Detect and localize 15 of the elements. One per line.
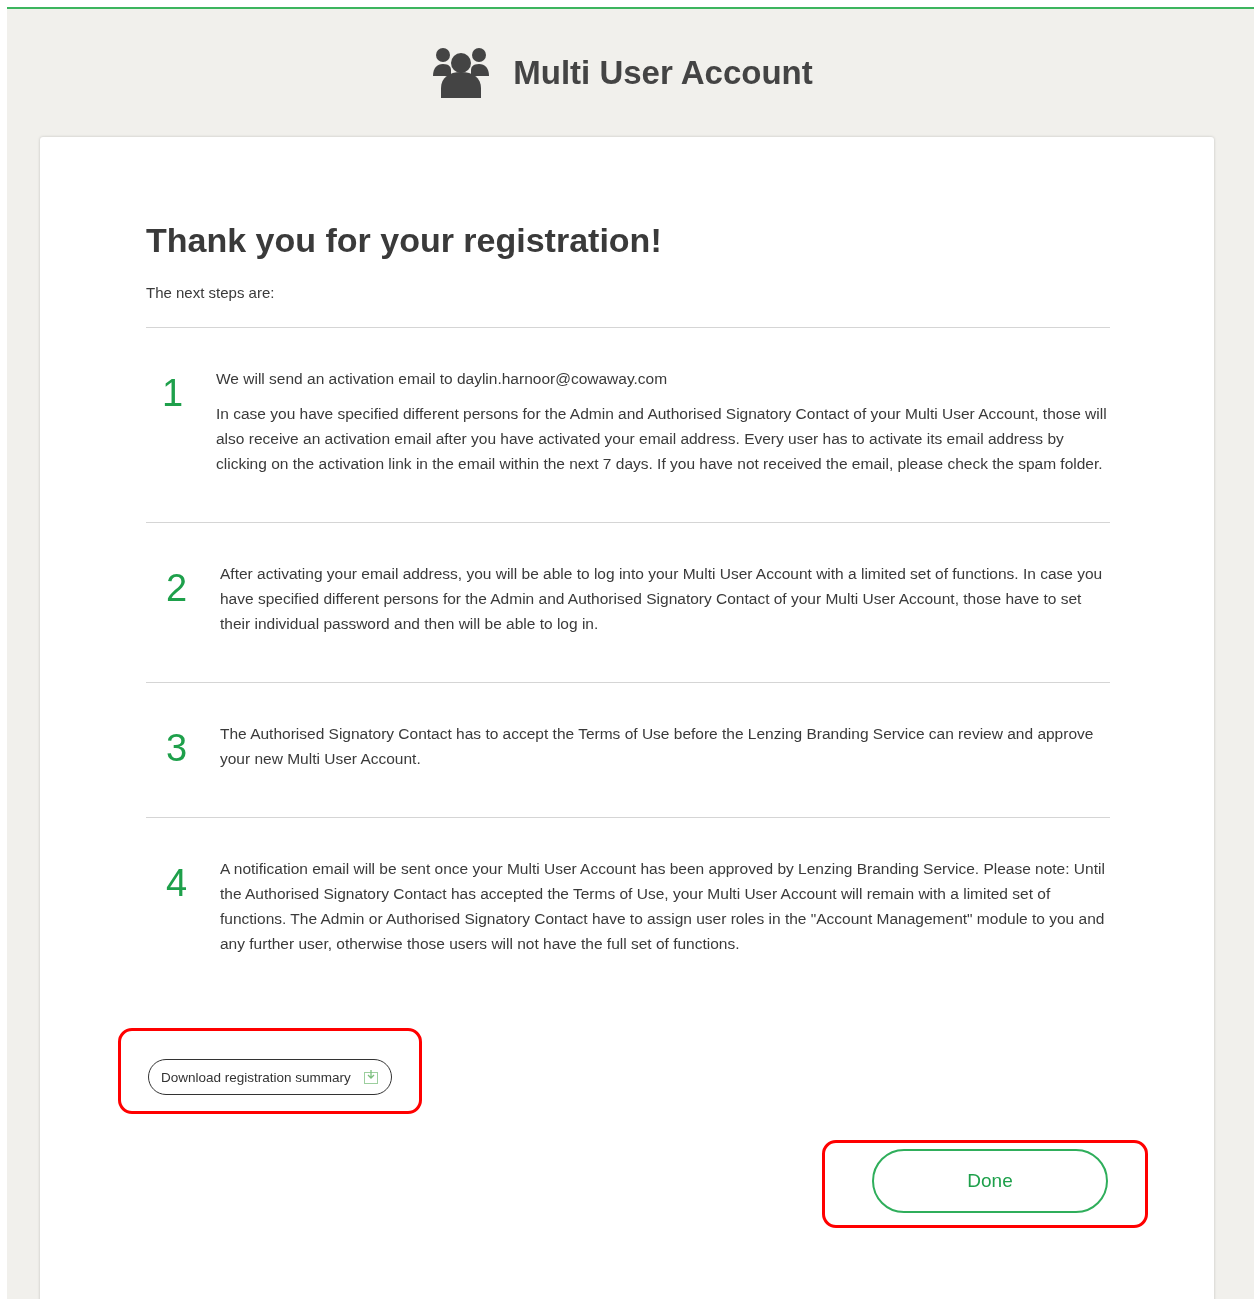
heading: Thank you for your registration! [146, 221, 663, 260]
download-button[interactable]: Download registration summary [148, 1059, 392, 1095]
step-number: 2 [166, 566, 189, 611]
step-number: 3 [166, 726, 189, 771]
step-text: After activating your email address, you will be able to log into your Multi User Account with a limited set of functions. In case you have specified different persons for the Admin and Authorised Signatory Contact of your Multi User Account, those have to set their individual password and then will be able to log in. [220, 564, 1104, 634]
step-text: In case you have specified different persons for the Admin and Authorised Signatory Contact of your Multi User Account, those will also receive an activation email after you have activated your email address. Every user has to activate its email address by clicking on the activation link in the email within the next 7 days. If you have not received the email, please check the spam folder. [216, 404, 1108, 474]
step-text: We will send an activation email to daylin.harnoor@cowaway.com [216, 369, 669, 389]
page-title: Multi User Account [513, 54, 813, 92]
download-icon [362, 1069, 379, 1085]
users-icon [431, 46, 492, 98]
step-number: 4 [166, 861, 189, 906]
step-text: A notification email will be sent once your Multi User Account has been approved by Lenzing Branding Service. Please note: Until the Authorised Signatory Contact has accepted the Terms of Use, your Multi User Account will remain with a limited set of functions. The Admin or Authorised Signatory Contact have to assign user roles in the "Account Management" module to you and any further user, otherwise those users will not have the full set of functions. [220, 859, 1106, 954]
intro-text: The next steps are: [146, 284, 276, 301]
step-number: 1 [162, 371, 185, 416]
step-text: The Authorised Signatory Contact has to accept the Terms of Use before the Lenzing Branding Service can review and approve your new Multi User Account. [220, 724, 1095, 769]
